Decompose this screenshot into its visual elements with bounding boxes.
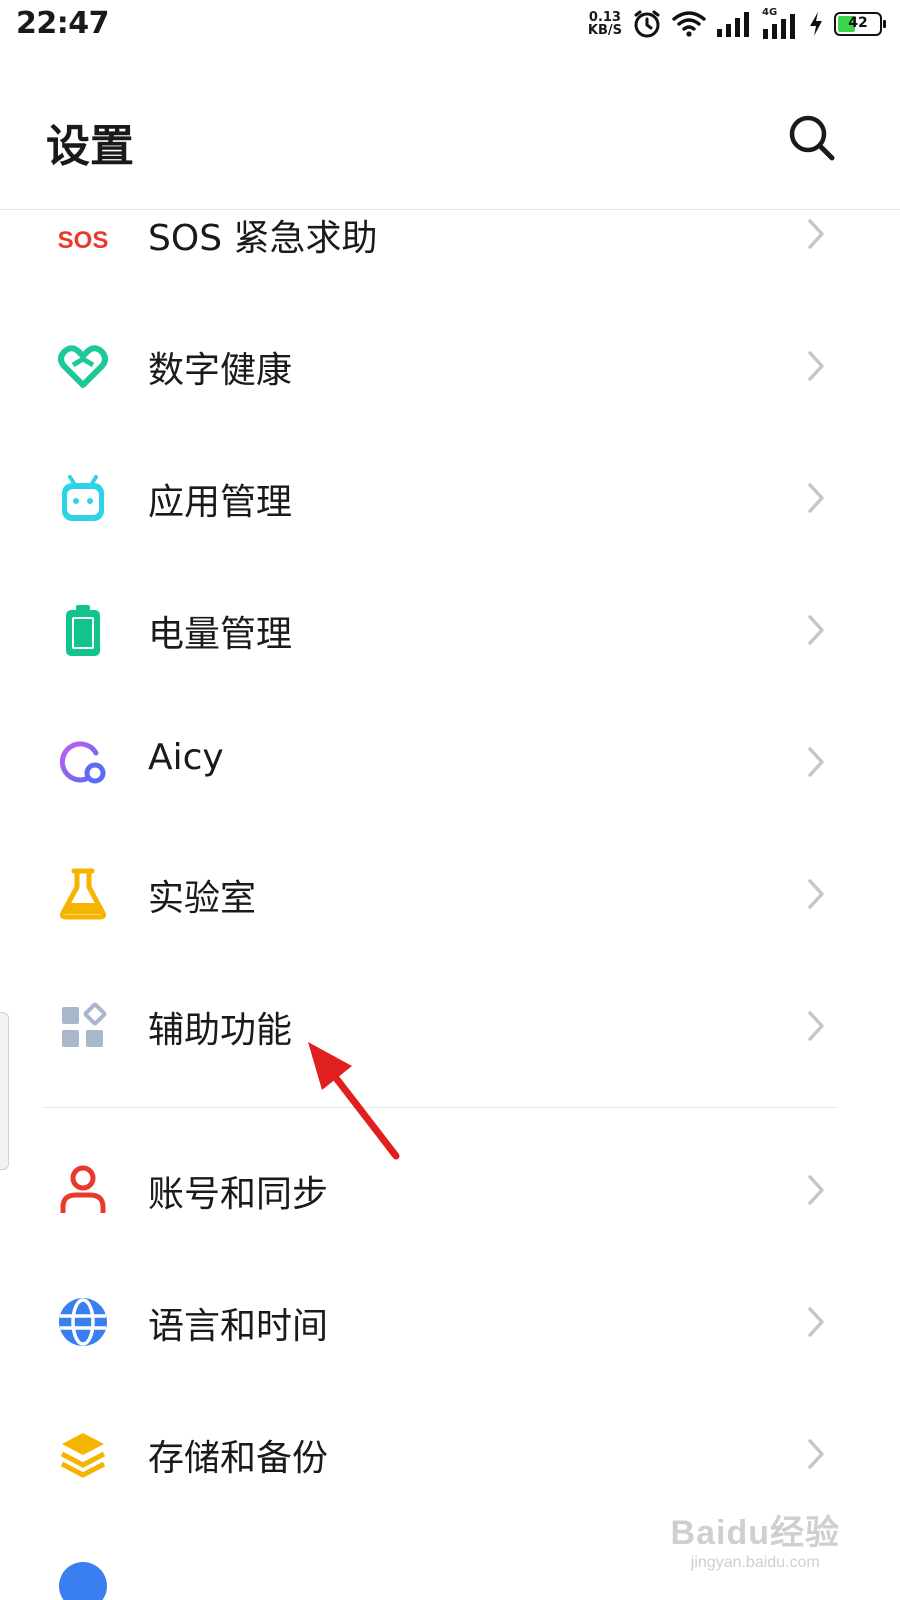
- header-layer: 22:47 0.13 KB/S 4G 42 设置: [0, 0, 900, 210]
- sos-icon: SOS: [58, 227, 109, 254]
- page-title-overlay: 设置: [46, 121, 134, 172]
- settings-item-label: Aicy: [148, 737, 224, 778]
- chevron-right-icon: [808, 219, 824, 249]
- battery-indicator-overlay: 42: [834, 12, 886, 36]
- battery-icon: [66, 605, 100, 656]
- aicy-icon: [59, 741, 106, 784]
- account-icon: [60, 1165, 106, 1213]
- alarm-icon: [634, 10, 660, 38]
- accessibility-grid-icon: [62, 1002, 107, 1047]
- settings-item-label: 应用管理: [148, 482, 293, 523]
- signal-4g-icon: 4G: [762, 7, 798, 39]
- status-bar-overlay: 22:47 0.13 KB/S 4G 42: [0, 0, 900, 50]
- section-divider: [44, 1107, 838, 1108]
- settings-item-lab[interactable]: 实验室: [0, 827, 900, 959]
- chevron-right-icon: [808, 351, 824, 381]
- header-divider: [0, 209, 900, 210]
- chevron-right-icon: [808, 1175, 824, 1205]
- settings-item-app-management[interactable]: 应用管理: [0, 431, 900, 563]
- search-icon[interactable]: [786, 112, 838, 164]
- settings-item-label: 存储和备份: [148, 1438, 329, 1479]
- status-icons-overlay: 0.13 KB/S 4G 42: [588, 6, 886, 42]
- settings-item-label: 辅助功能: [148, 1010, 293, 1051]
- settings-item-label: 账号和同步: [148, 1174, 329, 1215]
- settings-item-aicy[interactable]: Aicy: [0, 695, 900, 827]
- settings-list[interactable]: SOS SOS 紧急求助 数字健康 应用管理 电量管理 Aicy 实验室 辅助功…: [0, 167, 900, 1600]
- storage-layers-icon: [60, 1433, 106, 1478]
- chevron-right-icon: [808, 1011, 824, 1041]
- watermark-main: Baidu经验: [670, 1514, 840, 1552]
- settings-item-account-sync[interactable]: 账号和同步: [0, 1123, 900, 1255]
- globe-icon: [59, 1298, 107, 1346]
- svg-text:SOS: SOS: [58, 227, 109, 254]
- signal-icon: [717, 12, 749, 37]
- settings-item-accessibility[interactable]: 辅助功能: [0, 959, 900, 1091]
- flask-icon: [59, 868, 107, 920]
- settings-item-language-time[interactable]: 语言和时间: [0, 1255, 900, 1387]
- settings-item-storage-backup[interactable]: 存储和备份: [0, 1387, 900, 1519]
- chevron-right-icon: [808, 1439, 824, 1469]
- net-speed-unit-overlay: KB/S: [587, 23, 622, 38]
- settings-item-label: 电量管理: [148, 614, 293, 655]
- wifi-icon: [672, 11, 706, 37]
- chevron-right-icon: [808, 615, 824, 645]
- android-app-icon: [62, 475, 104, 521]
- charging-bolt-icon: [810, 12, 822, 36]
- battery-level-overlay: 42: [848, 15, 868, 31]
- watermark: Baidu经验 jingyan.baidu.com: [671, 1505, 840, 1572]
- status-time-overlay: 22:47: [16, 6, 110, 41]
- chevron-right-icon: [808, 747, 824, 777]
- side-drawer-handle[interactable]: [0, 1012, 9, 1170]
- settings-item-label: SOS 紧急求助: [148, 218, 378, 259]
- digital-wellbeing-icon: [58, 345, 108, 388]
- settings-item-label: 语言和时间: [148, 1306, 329, 1347]
- partial-icon: [59, 1562, 107, 1600]
- chevron-right-icon: [808, 483, 824, 513]
- settings-item-digital-wellbeing[interactable]: 数字健康: [0, 299, 900, 431]
- settings-item-label: 实验室: [148, 878, 257, 919]
- settings-item-battery[interactable]: 电量管理: [0, 563, 900, 695]
- net-speed-indicator-overlay: 0.13 KB/S: [588, 11, 622, 37]
- settings-item-label: 数字健康: [148, 350, 293, 391]
- chevron-right-icon: [808, 1307, 824, 1337]
- watermark-sub: jingyan.baidu.com: [690, 1554, 820, 1571]
- chevron-right-icon: [808, 879, 824, 909]
